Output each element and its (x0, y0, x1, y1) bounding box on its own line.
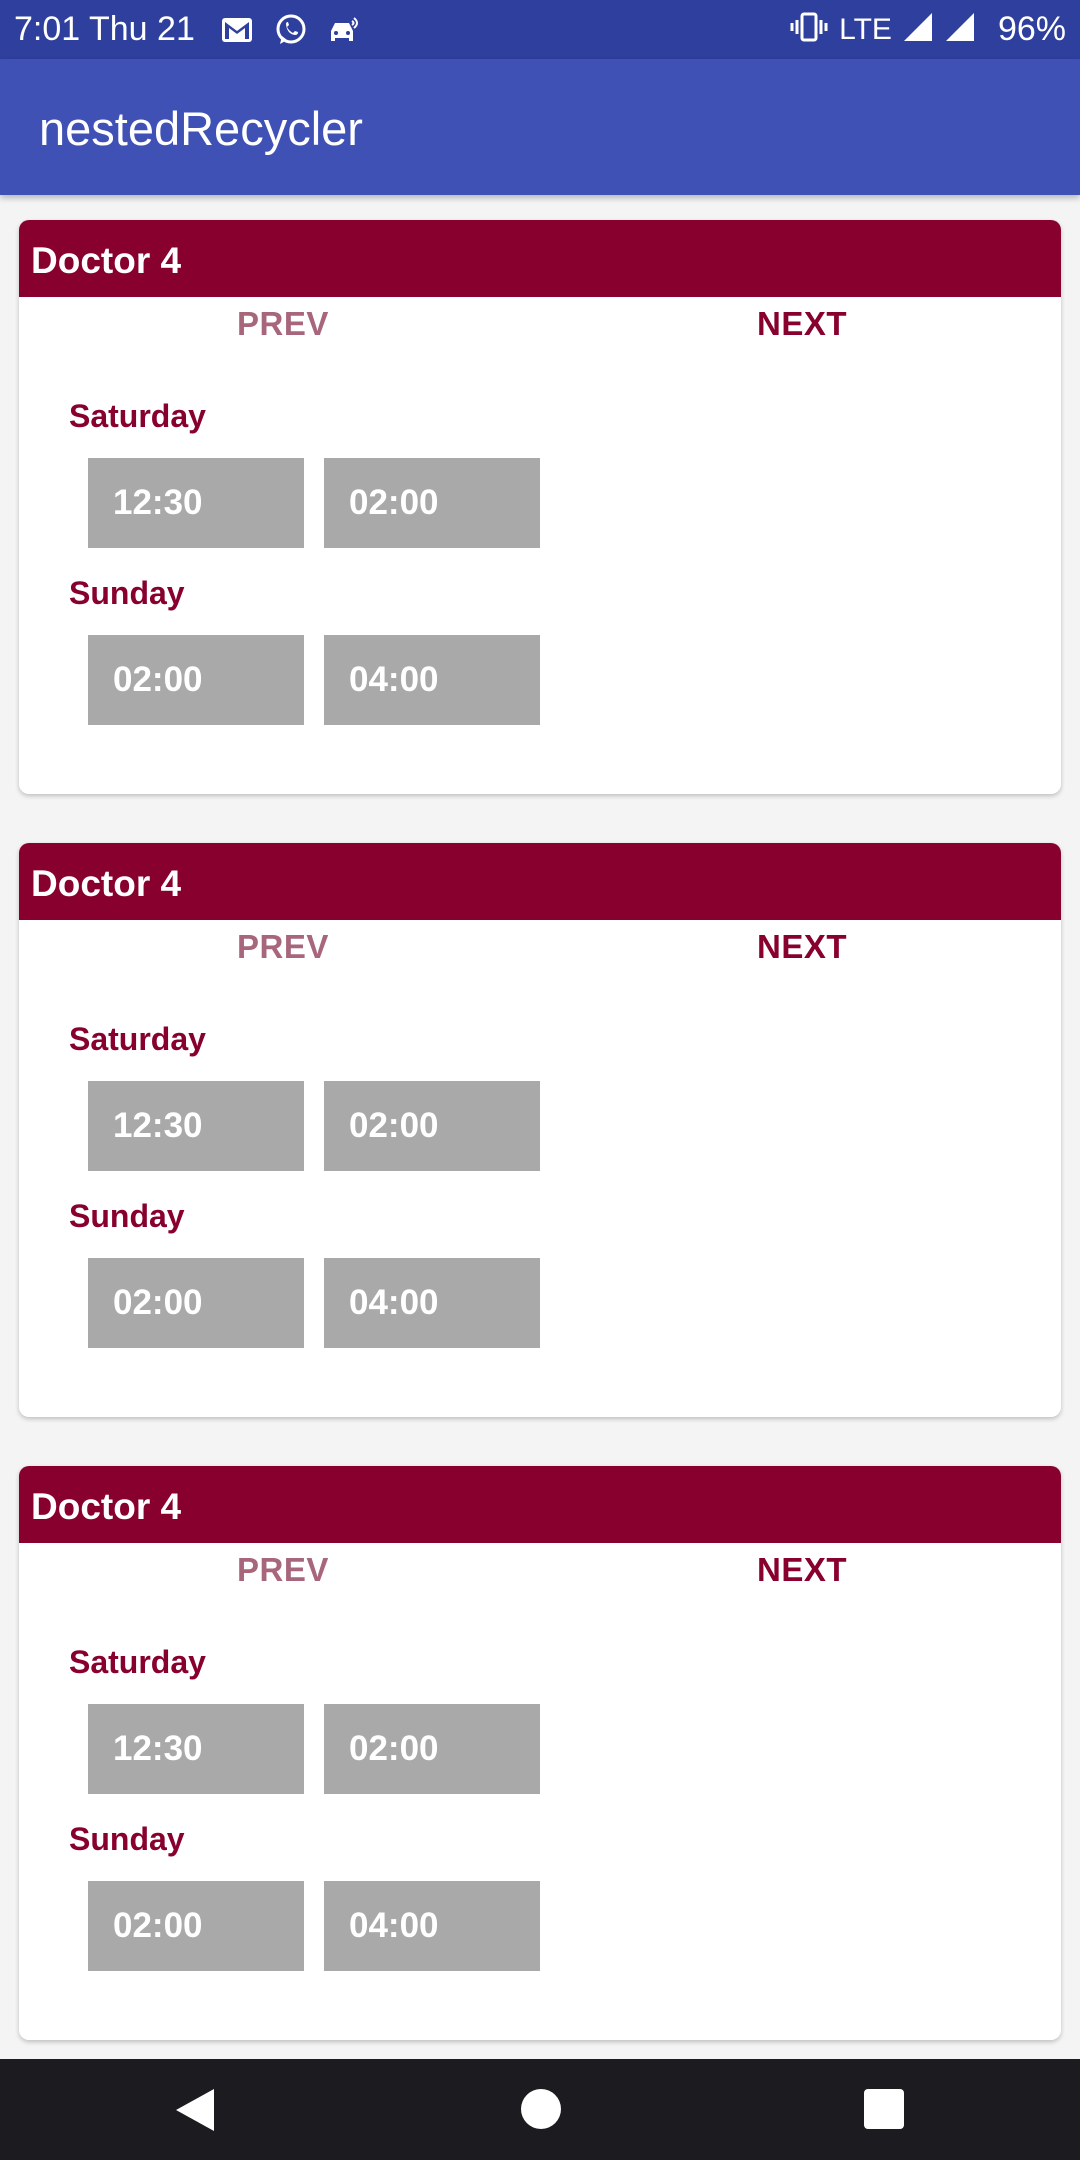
time-slot[interactable]: 02:00 (324, 458, 540, 548)
day-label: Saturday (69, 398, 206, 434)
day-label: Saturday (69, 1644, 206, 1680)
card-header: Doctor 4 (19, 1466, 1061, 1543)
time-slot[interactable]: 02:00 (324, 1704, 540, 1794)
card-header: Doctor 4 (19, 843, 1061, 920)
status-time: 7:01 Thu 21 (14, 10, 195, 48)
whatsapp-icon (271, 10, 311, 50)
prev-button[interactable]: PREV (237, 305, 329, 343)
doctor-name: Doctor 4 (31, 1486, 182, 1527)
doctor-card: Doctor 4 PREV NEXT Saturday 12:30 02:00 … (19, 843, 1061, 1417)
time-slot[interactable]: 12:30 (88, 1081, 304, 1171)
time-slot[interactable]: 02:00 (88, 635, 304, 725)
app-bar: nestedRecycler (0, 59, 1080, 195)
signal-icon (902, 11, 934, 48)
day-label: Saturday (69, 1021, 206, 1057)
battery-level: 96% (997, 10, 1066, 48)
back-icon[interactable] (174, 2087, 216, 2138)
doctor-name: Doctor 4 (31, 863, 182, 904)
home-icon[interactable] (520, 2088, 562, 2135)
signal-icon (944, 11, 976, 48)
doctor-card: Doctor 4 PREV NEXT Saturday 12:30 02:00 … (19, 220, 1061, 794)
time-slot[interactable]: 04:00 (324, 1881, 540, 1971)
card-header: Doctor 4 (19, 220, 1061, 297)
network-type: LTE (839, 12, 892, 46)
navigation-bar (0, 2059, 1080, 2160)
doctor-name: Doctor 4 (31, 240, 182, 281)
recents-icon[interactable] (864, 2089, 904, 2134)
time-slot[interactable]: 12:30 (88, 458, 304, 548)
time-slot[interactable]: 12:30 (88, 1704, 304, 1794)
prev-button[interactable]: PREV (237, 928, 329, 966)
time-slot[interactable]: 02:00 (324, 1081, 540, 1171)
gmail-icon (217, 10, 257, 50)
time-slot[interactable]: 04:00 (324, 635, 540, 725)
car-icon (325, 10, 365, 50)
day-label: Sunday (69, 575, 185, 611)
next-button[interactable]: NEXT (757, 305, 847, 343)
time-slot[interactable]: 04:00 (324, 1258, 540, 1348)
doctor-card: Doctor 4 PREV NEXT Saturday 12:30 02:00 … (19, 1466, 1061, 2040)
app-title: nestedRecycler (39, 102, 363, 155)
next-button[interactable]: NEXT (757, 1551, 847, 1589)
prev-button[interactable]: PREV (237, 1551, 329, 1589)
time-slot[interactable]: 02:00 (88, 1881, 304, 1971)
next-button[interactable]: NEXT (757, 928, 847, 966)
vibrate-icon (789, 12, 829, 47)
day-label: Sunday (69, 1821, 185, 1857)
day-label: Sunday (69, 1198, 185, 1234)
status-bar: 7:01 Thu 21 LTE 96% (0, 0, 1080, 59)
time-slot[interactable]: 02:00 (88, 1258, 304, 1348)
